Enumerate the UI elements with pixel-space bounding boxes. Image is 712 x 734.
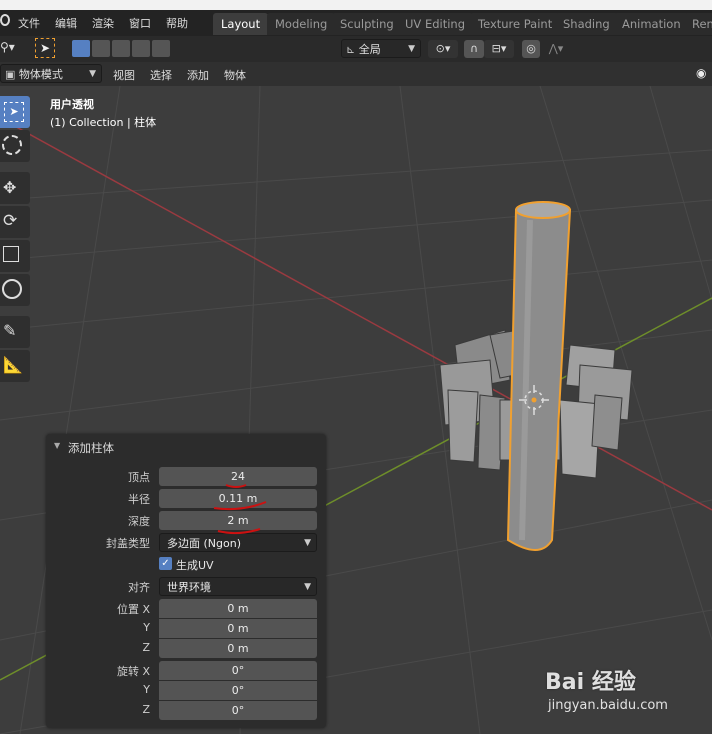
menu-help[interactable]: 帮助 (166, 15, 188, 31)
scale-tool[interactable] (0, 240, 30, 272)
tab-texture-paint[interactable]: Texture Paint (470, 13, 561, 35)
transform-orientation-dropdown[interactable]: ⊾ 全局 ▼ (341, 39, 421, 58)
select-mode-extend-icon[interactable] (92, 40, 110, 57)
object-mode-dropdown[interactable]: ▣ 物体模式 ▼ (0, 64, 102, 83)
tab-uv-editing[interactable]: UV Editing (397, 13, 473, 35)
pivot-point-icon[interactable]: ⊙▾ (428, 40, 458, 58)
tab-shading[interactable]: Shading (555, 13, 618, 35)
viewport-view-name: 用户透视 (50, 98, 94, 111)
menu-object[interactable]: 物体 (224, 67, 246, 83)
watermark-url: jingyan.baidu.com (548, 698, 668, 713)
select-box-tool[interactable]: ➤ (0, 96, 30, 128)
cursor-tool[interactable] (0, 130, 30, 162)
rotate-icon: ⟳ (3, 211, 18, 231)
watermark-logo: Bai 经验 (545, 664, 636, 696)
tab-rendering[interactable]: Ren (684, 13, 712, 35)
menu-select[interactable]: 选择 (150, 67, 172, 83)
proportional-edit-icon[interactable]: ◎ (522, 40, 540, 58)
mode-icon: ▣ (5, 68, 19, 81)
cursor-arrow-icon: ➤ (4, 102, 24, 122)
menu-view[interactable]: 视图 (113, 67, 135, 83)
tab-sculpting[interactable]: Sculpting (332, 13, 402, 35)
snap-target-icon[interactable]: ⊟▾ (484, 40, 514, 58)
snap-toggle-icon[interactable]: ∩ (464, 40, 484, 58)
transform-tool[interactable] (0, 274, 30, 306)
annotate-tool[interactable]: ✎ (0, 316, 30, 348)
add-cylinder-panel: ▼ 添加柱体 顶点 24 半径 0.11 m 深度 2 m 封盖类型 多边面 (… (46, 434, 326, 728)
menu-file[interactable]: 文件 (18, 15, 40, 31)
move-tool[interactable]: ✥ (0, 172, 30, 204)
orientation-icon: ⊾ (346, 43, 359, 56)
watermark-brand: Bai 经验 (545, 670, 636, 695)
menu-window[interactable]: 窗口 (129, 15, 151, 31)
transform-icon (2, 279, 22, 299)
tool-settings-icon[interactable]: ⚲▾ (0, 40, 22, 58)
visibility-eye-icon[interactable]: ◉ (696, 66, 706, 80)
crosshair-icon (2, 135, 22, 155)
top-menu-bar: 文件 编辑 渲染 窗口 帮助 Layout Modeling Sculpting… (0, 0, 712, 36)
select-mode-intersect-icon[interactable] (152, 40, 170, 57)
menu-edit[interactable]: 编辑 (55, 15, 77, 31)
tool-header: ⚲▾ ➤ ⊾ 全局 ▼ ⊙▾ ∩ ⊟▾ ◎ ⋀▾ (0, 36, 712, 63)
scale-icon (3, 246, 19, 262)
tab-animation[interactable]: Animation (614, 13, 689, 35)
cylinder-object (506, 201, 572, 551)
ruler-icon: 📐 (3, 355, 23, 374)
menu-add[interactable]: 添加 (187, 67, 209, 83)
falloff-icon[interactable]: ⋀▾ (541, 40, 571, 58)
chevron-down-icon: ▼ (89, 69, 96, 79)
select-mode-subtract-icon[interactable] (112, 40, 130, 57)
viewport-header: ▣ 物体模式 ▼ 视图 选择 添加 物体 ◉ (0, 62, 712, 86)
select-tool-icon[interactable]: ➤ (35, 38, 55, 58)
select-mode-invert-icon[interactable] (132, 40, 150, 57)
pencil-icon: ✎ (3, 321, 17, 340)
measure-tool[interactable]: 📐 (0, 350, 30, 382)
tab-modeling[interactable]: Modeling (267, 13, 336, 35)
select-mode-new-icon[interactable] (72, 40, 90, 57)
blender-logo-icon[interactable] (0, 14, 10, 26)
tab-layout[interactable]: Layout (213, 13, 269, 35)
rotate-tool[interactable]: ⟳ (0, 206, 30, 238)
menu-render[interactable]: 渲染 (92, 15, 114, 31)
viewport-collection-info: (1) Collection | 柱体 (50, 116, 157, 129)
chevron-down-icon: ▼ (408, 44, 415, 54)
annotation-marks (213, 484, 267, 535)
move-arrows-icon: ✥ (3, 178, 17, 197)
